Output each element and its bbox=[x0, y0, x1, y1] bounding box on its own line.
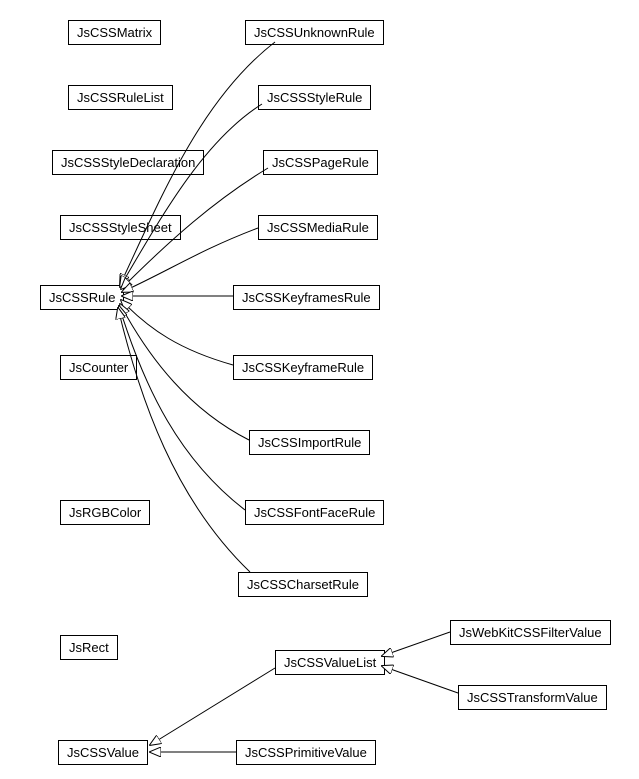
node-jscsskeyframesrule: JsCSSKeyframesRule bbox=[233, 285, 380, 310]
node-jscsspagerule: JsCSSPageRule bbox=[263, 150, 378, 175]
node-jscssstylerule: JsCSSStyleRule bbox=[258, 85, 371, 110]
node-jscssrule: JsCSSRule bbox=[40, 285, 124, 310]
diagram-canvas: JsCSSMatrix JsCSSUnknownRule JsCSSRuleLi… bbox=[0, 0, 639, 779]
node-jsrgbcolor: JsRGBColor bbox=[60, 500, 150, 525]
node-jscssimportrule: JsCSSImportRule bbox=[249, 430, 370, 455]
node-jscssprimitivevalue: JsCSSPrimitiveValue bbox=[236, 740, 376, 765]
node-jscssrulelist: JsCSSRuleList bbox=[68, 85, 173, 110]
node-jscssfontfacerule: JsCSSFontFaceRule bbox=[245, 500, 384, 525]
node-jscssstyledeclaration: JsCSSStyleDeclaration bbox=[52, 150, 204, 175]
node-jscounter: JsCounter bbox=[60, 355, 137, 380]
node-jscssvaluelist: JsCSSValueList bbox=[275, 650, 385, 675]
node-jscssmatrix: JsCSSMatrix bbox=[68, 20, 161, 45]
node-jsrect: JsRect bbox=[60, 635, 118, 660]
node-jscsstransformvalue: JsCSSTransformValue bbox=[458, 685, 607, 710]
node-jscsscharsetrule: JsCSSCharsetRule bbox=[238, 572, 368, 597]
node-jscssmediarule: JsCSSMediaRule bbox=[258, 215, 378, 240]
node-jscssunknownrule: JsCSSUnknownRule bbox=[245, 20, 384, 45]
node-jswebkitcssfiltervalue: JsWebKitCSSFilterValue bbox=[450, 620, 611, 645]
node-jscsskeyframerule: JsCSSKeyframeRule bbox=[233, 355, 373, 380]
node-jscssstylesheet: JsCSSStyleSheet bbox=[60, 215, 181, 240]
node-jscssvalue: JsCSSValue bbox=[58, 740, 148, 765]
